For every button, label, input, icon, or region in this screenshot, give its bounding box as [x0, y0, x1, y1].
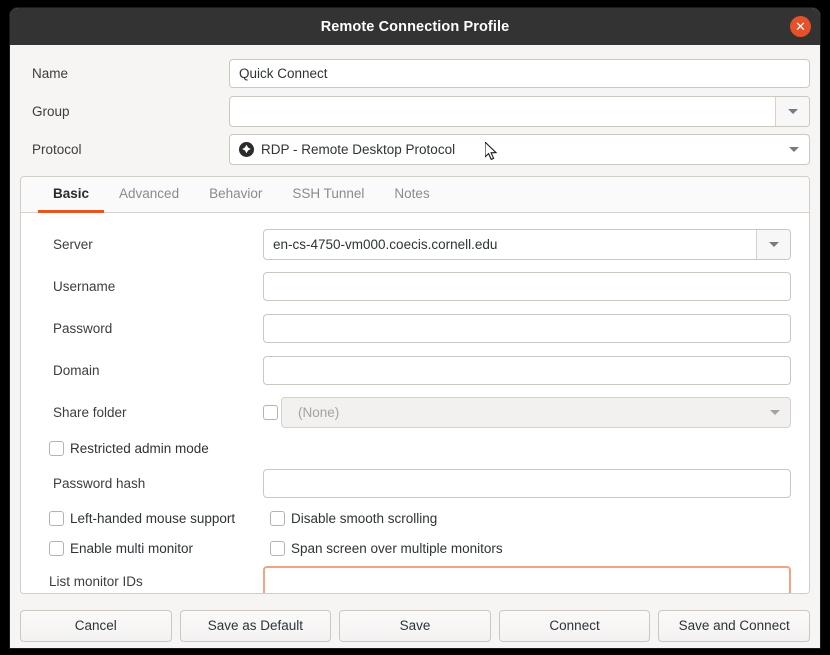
- enable-multi-monitor-label: Enable multi monitor: [70, 540, 194, 556]
- left-handed-checkbox-box[interactable]: [49, 510, 64, 526]
- list-monitor-ids-input[interactable]: [263, 565, 791, 593]
- save-button[interactable]: Save: [339, 609, 491, 642]
- dialog-title: Remote Connection Profile: [320, 18, 510, 35]
- tab-basic[interactable]: Basic: [38, 177, 105, 213]
- left-handed-label: Left-handed mouse support: [70, 510, 236, 526]
- span-screen-checkbox[interactable]: Span screen over multiple monitors: [270, 540, 503, 556]
- tab-notes[interactable]: Notes: [379, 177, 444, 213]
- share-folder-chevron-down-icon: [770, 409, 780, 415]
- restricted-admin-row: Restricted admin mode: [35, 433, 795, 463]
- tab-advanced[interactable]: Advanced: [104, 177, 194, 213]
- password-hash-label: Password hash: [53, 475, 146, 491]
- restricted-admin-mode-checkbox[interactable]: Restricted admin mode: [49, 440, 209, 456]
- username-label: Username: [53, 278, 116, 294]
- tab-bar: Basic Advanced Behavior SSH Tunnel Notes: [21, 177, 809, 213]
- server-input[interactable]: en-cs-4750-vm000.coecis.cornell.edu: [264, 230, 756, 259]
- list-monitor-ids-label: List monitor IDs: [49, 573, 143, 589]
- protocol-chevron-down-icon[interactable]: [789, 146, 799, 152]
- enable-multi-monitor-checkbox[interactable]: Enable multi monitor: [49, 540, 270, 556]
- server-combo[interactable]: en-cs-4750-vm000.coecis.cornell.edu: [263, 228, 791, 260]
- server-label: Server: [53, 236, 93, 252]
- protocol-row: Protocol RDP - Remote Desktop Protocol: [20, 130, 810, 168]
- share-folder-combo: (None): [281, 396, 791, 428]
- cancel-button[interactable]: Cancel: [20, 609, 172, 642]
- enable-multi-monitor-checkbox-box[interactable]: [49, 540, 64, 556]
- domain-row: Domain: [35, 349, 795, 391]
- group-label: Group: [32, 103, 70, 119]
- share-folder-label: Share folder: [53, 404, 127, 420]
- restricted-admin-checkbox-box[interactable]: [49, 440, 64, 456]
- save-and-connect-button[interactable]: Save and Connect: [658, 609, 810, 642]
- server-chevron-down-icon[interactable]: [756, 229, 790, 259]
- basic-tab-panel: Server en-cs-4750-vm000.coecis.cornell.e…: [21, 213, 809, 593]
- share-folder-checkbox[interactable]: [263, 404, 278, 420]
- disable-smooth-scrolling-checkbox[interactable]: Disable smooth scrolling: [270, 510, 438, 526]
- domain-input[interactable]: [263, 355, 791, 385]
- share-folder-value: (None): [298, 404, 340, 420]
- remote-connection-profile-dialog: Remote Connection Profile ✕ Name Group: [10, 8, 820, 648]
- group-chevron-down-icon[interactable]: [775, 96, 809, 126]
- name-input[interactable]: [229, 58, 810, 88]
- password-row: Password: [35, 307, 795, 349]
- dialog-content: Name Group Protocol: [10, 45, 820, 648]
- top-fields: Name Group Protocol: [10, 45, 820, 168]
- password-hash-row: Password hash: [35, 463, 795, 503]
- group-row: Group: [20, 92, 810, 130]
- name-label: Name: [32, 65, 69, 81]
- mouse-scroll-row: Left-handed mouse support Disable smooth…: [35, 503, 795, 533]
- save-as-default-button[interactable]: Save as Default: [179, 609, 332, 642]
- dialog-button-bar: Cancel Save as Default Save Connect Save…: [10, 603, 820, 648]
- protocol-combo[interactable]: RDP - Remote Desktop Protocol: [229, 133, 810, 165]
- connect-button[interactable]: Connect: [498, 609, 651, 642]
- password-hash-input[interactable]: [263, 468, 791, 498]
- share-folder-row: Share folder (None): [35, 391, 795, 433]
- protocol-value: RDP - Remote Desktop Protocol: [261, 141, 456, 157]
- rdp-protocol-icon: [239, 141, 254, 157]
- span-screen-checkbox-box[interactable]: [270, 540, 285, 556]
- disable-smooth-scrolling-label: Disable smooth scrolling: [291, 510, 438, 526]
- settings-notebook: Basic Advanced Behavior SSH Tunnel Notes…: [20, 176, 810, 594]
- password-input[interactable]: [263, 313, 791, 343]
- group-combo[interactable]: [229, 95, 810, 127]
- left-handed-mouse-checkbox[interactable]: Left-handed mouse support: [49, 510, 270, 526]
- server-row: Server en-cs-4750-vm000.coecis.cornell.e…: [35, 223, 795, 265]
- list-monitor-ids-row: List monitor IDs: [35, 563, 795, 593]
- titlebar: Remote Connection Profile ✕: [10, 8, 820, 45]
- username-input[interactable]: [263, 271, 791, 301]
- multi-monitor-row: Enable multi monitor Span screen over mu…: [35, 533, 795, 563]
- password-label: Password: [53, 320, 113, 336]
- span-screen-label: Span screen over multiple monitors: [291, 540, 503, 556]
- tab-ssh-tunnel[interactable]: SSH Tunnel: [277, 177, 379, 213]
- close-icon[interactable]: ✕: [790, 16, 811, 37]
- username-row: Username: [35, 265, 795, 307]
- domain-label: Domain: [53, 362, 100, 378]
- protocol-label: Protocol: [32, 141, 82, 157]
- disable-smooth-scrolling-checkbox-box[interactable]: [270, 510, 285, 526]
- tab-behavior[interactable]: Behavior: [194, 177, 277, 213]
- restricted-admin-label: Restricted admin mode: [70, 440, 209, 456]
- group-input[interactable]: [230, 97, 775, 126]
- name-row: Name: [20, 54, 810, 92]
